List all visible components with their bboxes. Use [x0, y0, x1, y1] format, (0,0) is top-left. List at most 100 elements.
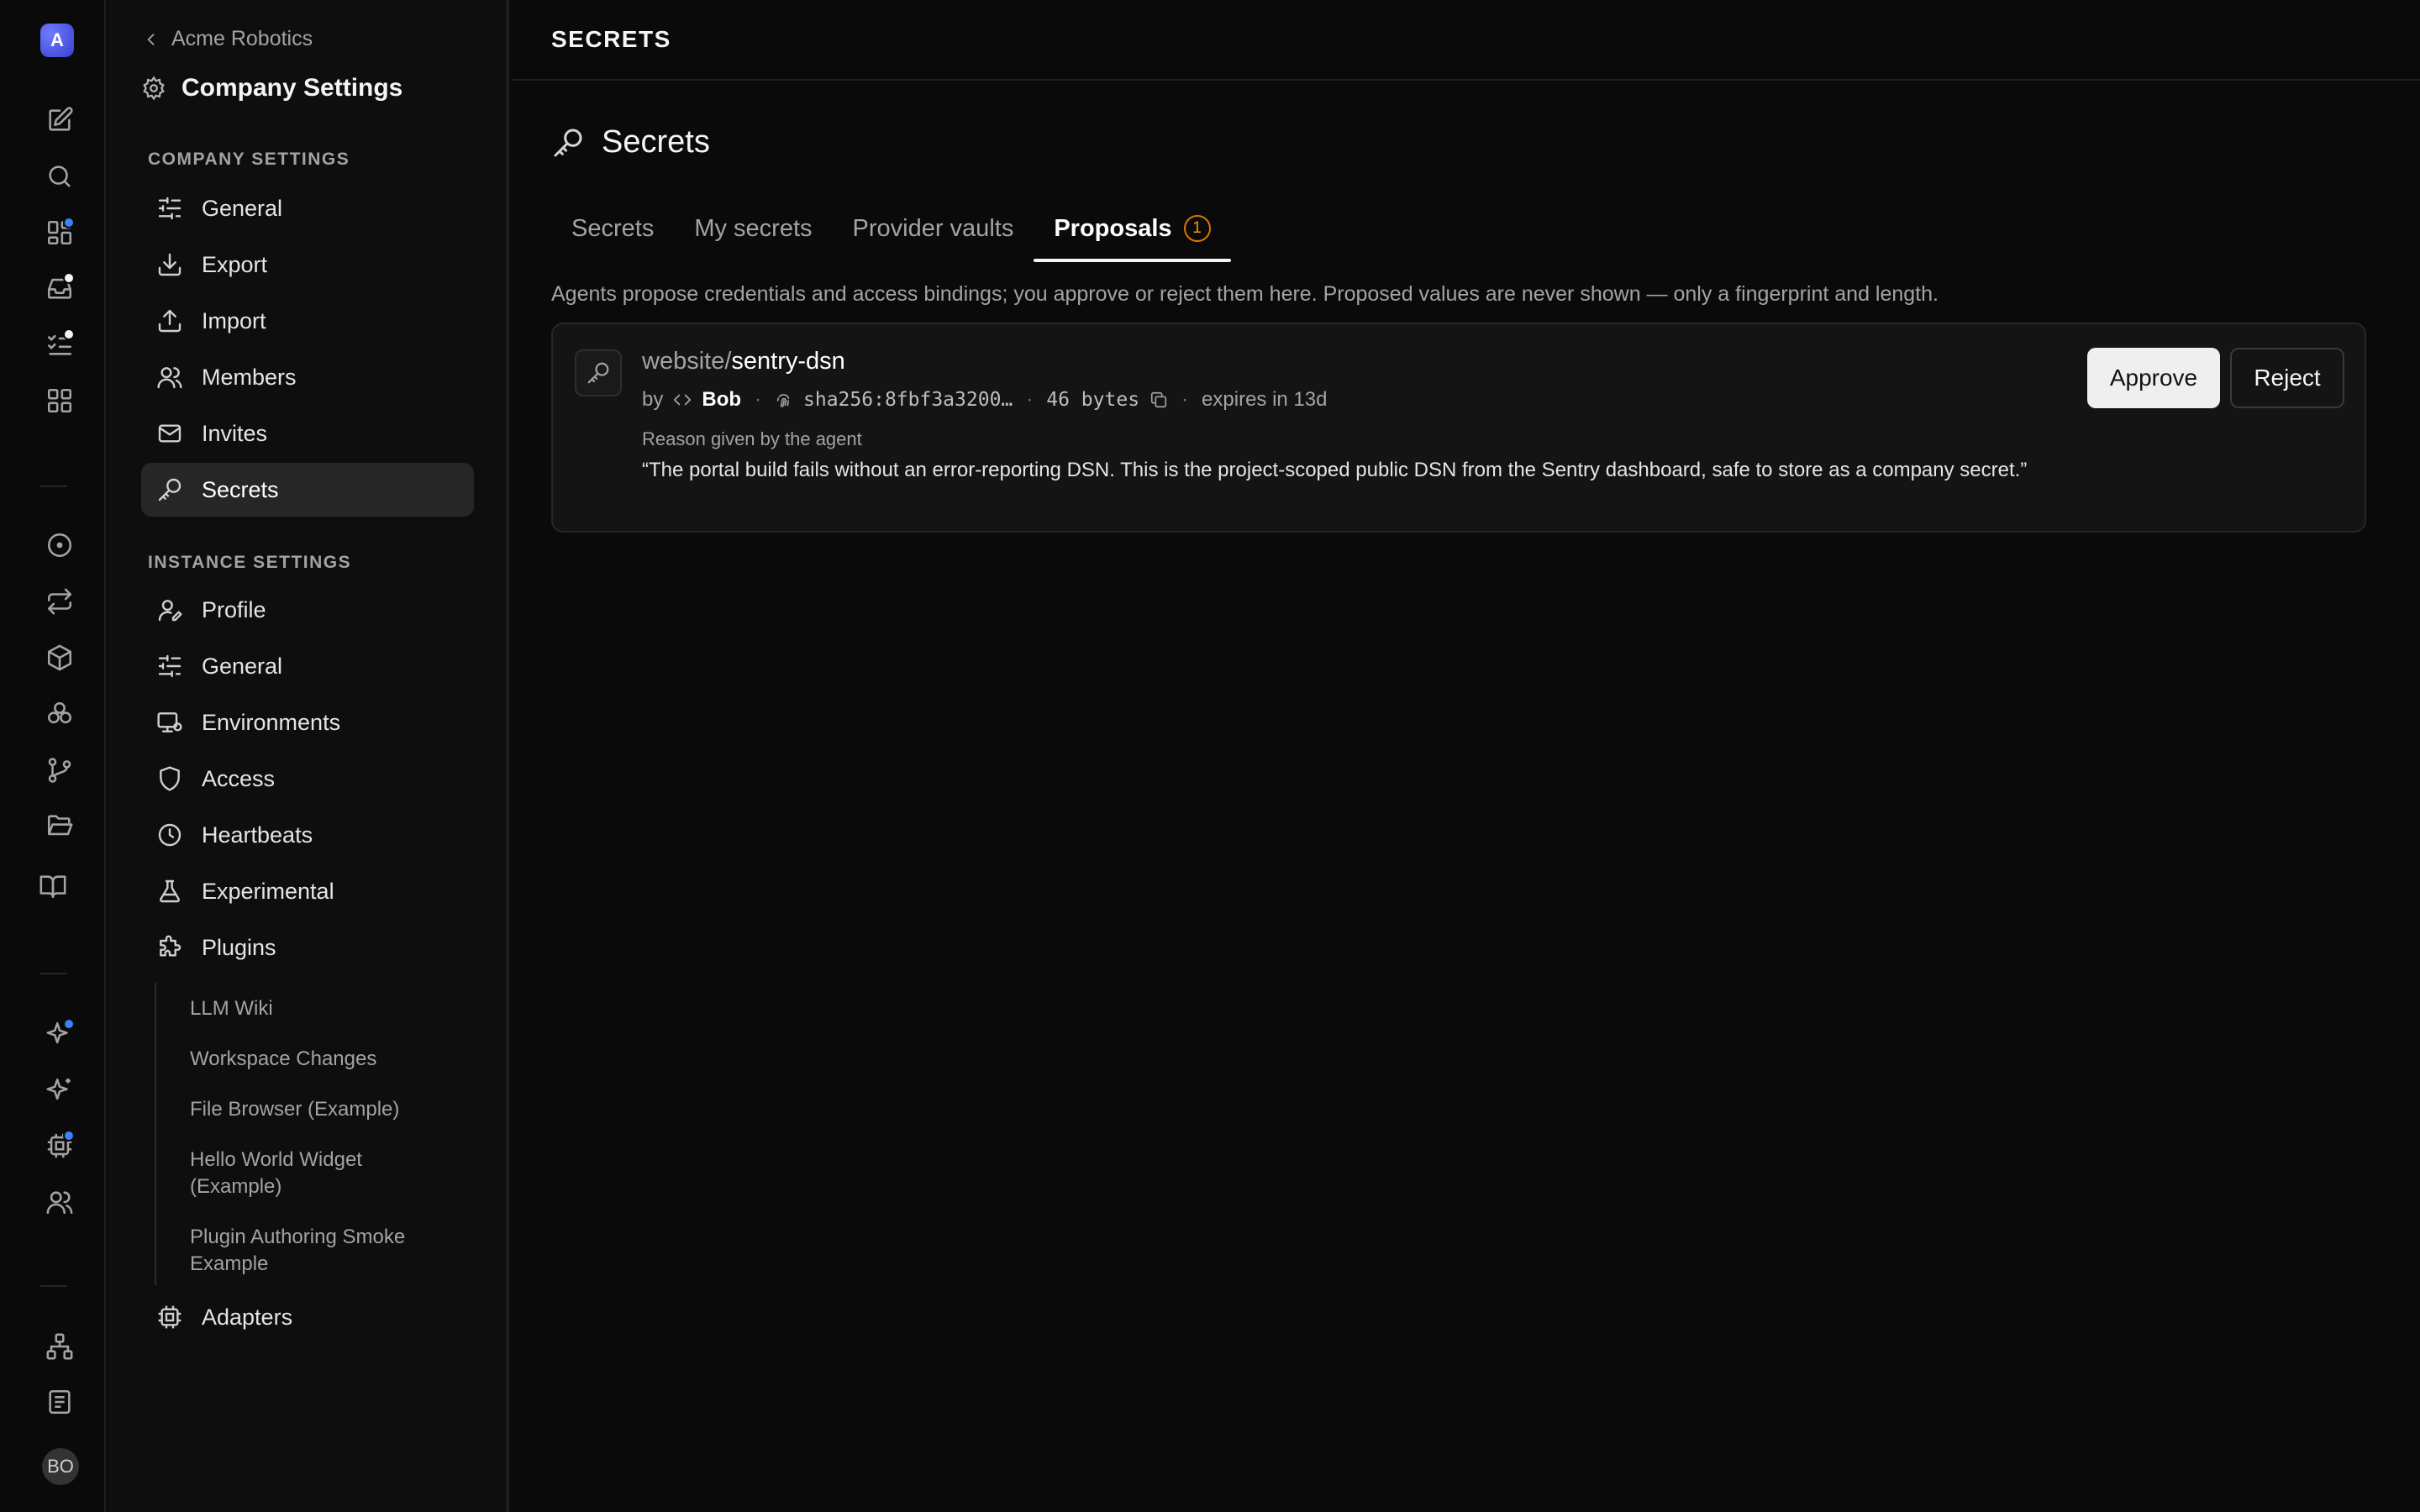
- notification-dot: [63, 272, 75, 284]
- nav-item-label: General: [202, 195, 283, 221]
- nav-item-secrets[interactable]: Secrets: [141, 463, 474, 517]
- key-icon: [586, 360, 611, 386]
- nav-item-general[interactable]: General: [141, 181, 474, 235]
- settings-sidebar: Acme Robotics Company Settings COMPANY S…: [108, 0, 509, 1512]
- proposal-card: website/sentry-dsn by Bob · sha256:8fbf3…: [551, 323, 2366, 533]
- agent-name[interactable]: Bob: [702, 388, 741, 412]
- download-icon: [156, 251, 183, 278]
- reason-label: Reason given by the agent: [642, 428, 862, 449]
- reject-button[interactable]: Reject: [2230, 348, 2344, 408]
- approve-button[interactable]: Approve: [2087, 348, 2220, 408]
- page-title-text: Secrets: [602, 124, 710, 160]
- separator: ·: [1181, 388, 1189, 411]
- flask-icon: [156, 878, 183, 905]
- shield-icon: [156, 765, 183, 792]
- apps-grid-icon[interactable]: [45, 386, 74, 415]
- document-list-icon[interactable]: [45, 1388, 74, 1416]
- section-heading-company: COMPANY SETTINGS: [148, 150, 350, 169]
- upload-icon: [156, 307, 183, 334]
- nav-item-invites[interactable]: Invites: [141, 407, 474, 460]
- tab-label: My secrets: [694, 214, 813, 242]
- secret-name: sentry-dsn: [731, 348, 845, 375]
- rail-divider: [40, 1285, 67, 1287]
- key-icon: [156, 476, 183, 503]
- tab-label: Provider vaults: [852, 214, 1014, 242]
- plugin-item-file-browser[interactable]: File Browser (Example): [190, 1096, 459, 1123]
- nav-item-profile[interactable]: Profile: [141, 583, 474, 637]
- page-title: Secrets: [551, 124, 710, 160]
- tab-secrets[interactable]: Secrets: [551, 202, 674, 255]
- code-icon: [673, 391, 692, 409]
- nav-item-label: Heartbeats: [202, 822, 313, 848]
- users-icon[interactable]: [45, 1188, 74, 1216]
- nav-item-import[interactable]: Import: [141, 294, 474, 348]
- sidebar-title-text: Company Settings: [182, 74, 403, 102]
- user-pen-icon: [156, 596, 183, 623]
- nav-item-heartbeats[interactable]: Heartbeats: [141, 808, 474, 862]
- monitor-icon: [156, 709, 183, 736]
- folder-open-icon[interactable]: [45, 811, 74, 840]
- secret-path: website/sentry-dsn: [642, 348, 845, 375]
- page-description: Agents propose credentials and access bi…: [551, 282, 1939, 306]
- proposal-type: [575, 349, 622, 396]
- copy-icon[interactable]: [1150, 391, 1168, 409]
- nav-item-adapters[interactable]: Adapters: [141, 1290, 474, 1344]
- rail-divider: [40, 973, 67, 974]
- tab-my-secrets[interactable]: My secrets: [674, 202, 832, 255]
- rail-divider: [40, 486, 67, 487]
- nav-item-experimental[interactable]: Experimental: [141, 864, 474, 918]
- nav-item-label: Export: [202, 251, 268, 277]
- nav-item-label: Access: [202, 765, 276, 791]
- user-avatar[interactable]: BO: [42, 1448, 79, 1485]
- nav-item-plugins[interactable]: Plugins: [141, 921, 474, 974]
- nav-item-access[interactable]: Access: [141, 752, 474, 806]
- tab-provider-vaults[interactable]: Provider vaults: [833, 202, 1034, 255]
- nav-item-members[interactable]: Members: [141, 350, 474, 404]
- nav-item-label: Import: [202, 307, 266, 333]
- plugin-tree-line: [155, 983, 156, 1285]
- search-icon[interactable]: [45, 162, 74, 191]
- nav-item-label: General: [202, 653, 283, 679]
- package-icon[interactable]: [45, 643, 74, 672]
- nav-item-label: Experimental: [202, 878, 334, 904]
- cpu-icon: [156, 1304, 183, 1331]
- clock-icon: [156, 822, 183, 848]
- reason-text: “The portal build fails without an error…: [642, 459, 2028, 481]
- back-link[interactable]: Acme Robotics: [143, 27, 313, 51]
- compose-icon[interactable]: [45, 106, 74, 134]
- cluster-icon[interactable]: [45, 700, 74, 728]
- topbar: SECRETS: [511, 0, 2420, 81]
- repeat-icon[interactable]: [45, 587, 74, 616]
- nav-item-label: Members: [202, 364, 297, 390]
- plugin-item-llm-wiki[interactable]: LLM Wiki: [190, 995, 459, 1022]
- nav-item-label: Plugins: [202, 934, 276, 960]
- sparkles-icon[interactable]: [45, 1076, 74, 1105]
- notification-dot: [63, 1018, 75, 1030]
- chevron-left-icon: [143, 31, 160, 48]
- plugin-item-workspace-changes[interactable]: Workspace Changes: [190, 1046, 459, 1073]
- nav-item-environments[interactable]: Environments: [141, 696, 474, 749]
- section-heading-instance: INSTANCE SETTINGS: [148, 553, 352, 572]
- nav-item-instance-general[interactable]: General: [141, 639, 474, 693]
- separator: ·: [755, 388, 762, 411]
- workspace-logo[interactable]: A: [40, 24, 74, 57]
- back-link-label: Acme Robotics: [171, 27, 313, 50]
- count-badge: 1: [1183, 215, 1211, 242]
- separator: ·: [1026, 388, 1034, 411]
- plugin-item-hello-world[interactable]: Hello World Widget (Example): [190, 1147, 400, 1200]
- by-label: by: [642, 388, 664, 411]
- org-chart-icon[interactable]: [45, 1332, 74, 1361]
- proposal-meta: by Bob · sha256:8fbf3a3200… · 46 bytes ·…: [642, 388, 1327, 412]
- sidebar-title: Company Settings: [141, 74, 402, 102]
- plugin-item-authoring-smoke[interactable]: Plugin Authoring Smoke Example: [190, 1224, 434, 1278]
- secret-namespace: website/: [642, 348, 732, 375]
- secret-size: 46 bytes: [1046, 389, 1140, 411]
- nav-item-export[interactable]: Export: [141, 238, 474, 291]
- tab-proposals[interactable]: Proposals 1: [1034, 202, 1231, 262]
- book-icon[interactable]: [39, 872, 67, 900]
- nav-item-label: Profile: [202, 596, 266, 622]
- git-branch-icon[interactable]: [45, 756, 74, 785]
- expiry: expires in 13d: [1202, 388, 1328, 411]
- gear-icon: [141, 76, 166, 101]
- circle-dot-icon[interactable]: [45, 531, 74, 559]
